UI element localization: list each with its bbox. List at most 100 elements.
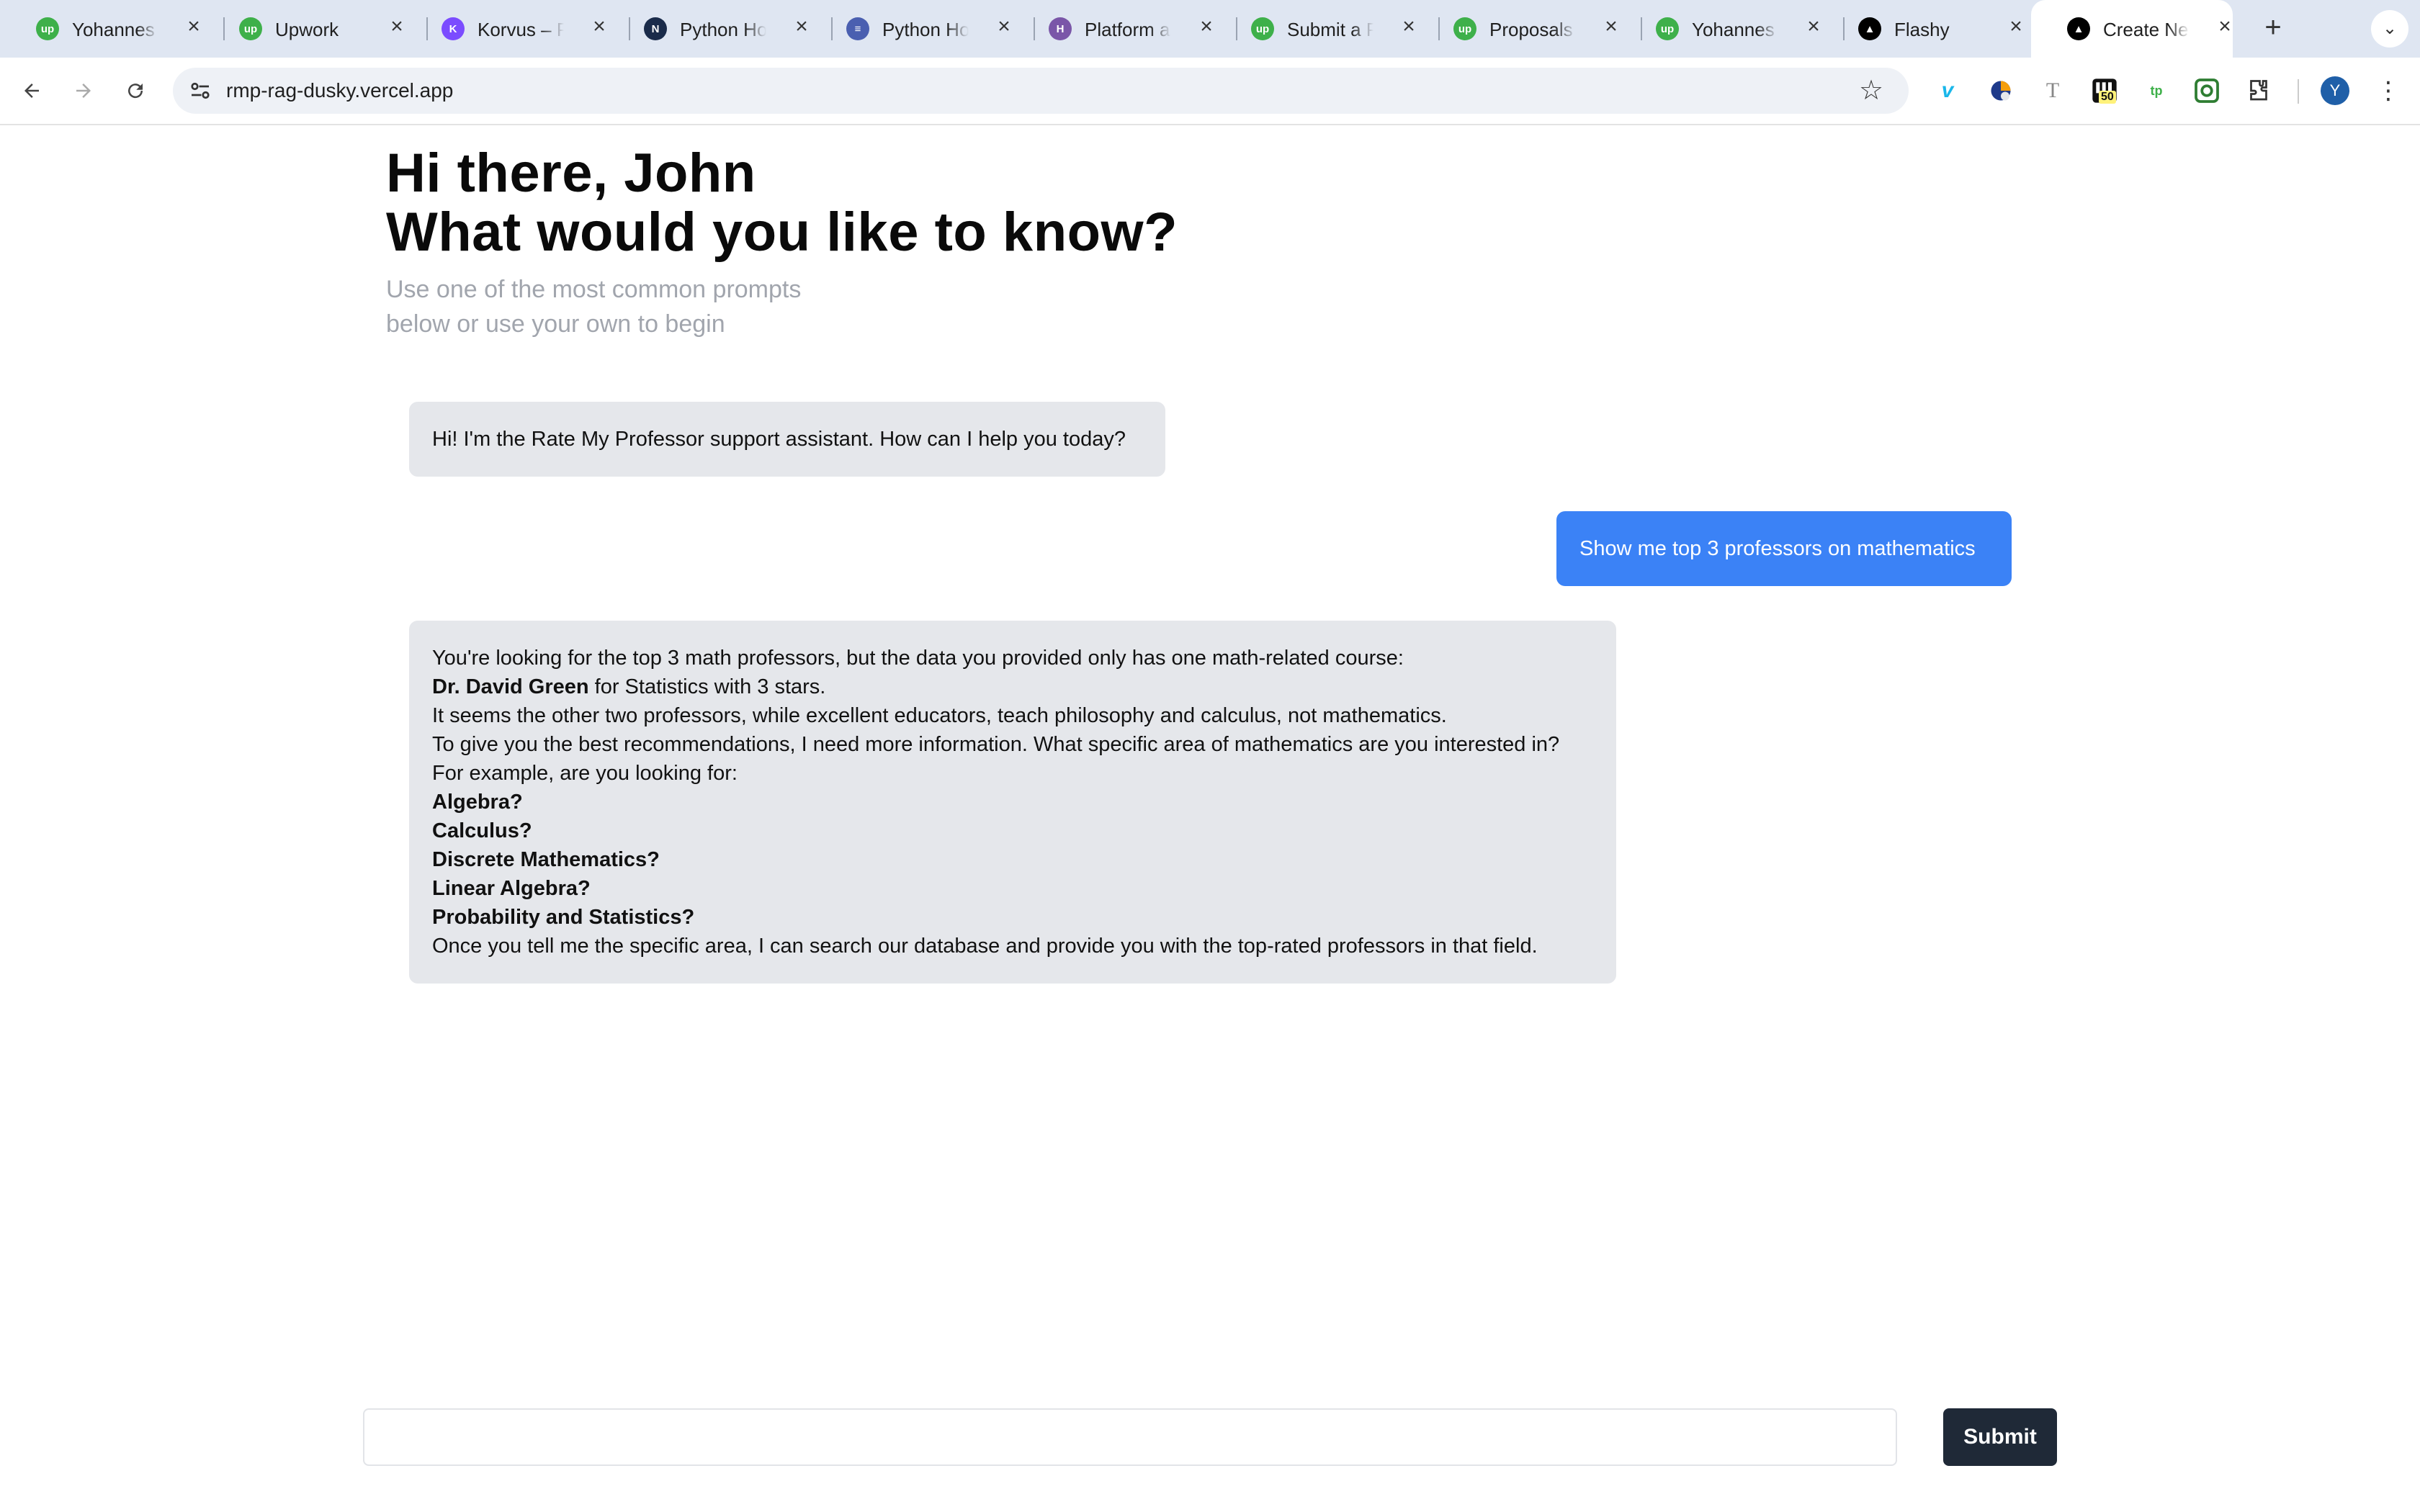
reply-line-rest: for Statistics with 3 stars. — [588, 675, 826, 698]
assistant-message: Hi! I'm the Rate My Professor support as… — [409, 402, 1165, 477]
upwork-icon: up — [1656, 17, 1679, 40]
reply-line: To give you the best recommendations, I … — [432, 733, 1560, 756]
tab-title: Create Next — [2103, 19, 2190, 40]
close-tab-icon[interactable]: × — [1803, 16, 1824, 37]
browser-tab[interactable]: H Platform as × — [1013, 0, 1237, 58]
tab-strip: up Yohannes K × up Upwork × K Korvus – Po × N Pyth… — [0, 0, 2420, 58]
new-tab-button[interactable]: + — [2259, 13, 2287, 42]
reply-option: Discrete Mathematics? — [432, 845, 1593, 874]
reply-option: Linear Algebra? — [432, 874, 1593, 903]
reply-option: Probability and Statistics? — [432, 903, 1593, 932]
site-settings-icon[interactable] — [187, 78, 213, 104]
close-tab-icon[interactable]: × — [2214, 16, 2236, 37]
forward-button[interactable] — [65, 72, 102, 109]
tab-title: Python Host — [882, 19, 969, 40]
browser-tab[interactable]: up Yohannes K × — [1620, 0, 1845, 58]
tab-title: Flashy — [1894, 19, 1950, 40]
close-tab-icon[interactable]: × — [386, 16, 408, 37]
upwork-icon: up — [1251, 17, 1274, 40]
reply-line: Dr. David Green for Statistics with 3 st… — [432, 672, 1593, 701]
reply-option: Calculus? — [432, 816, 1593, 845]
subtitle-line-2: below or use your own to begin — [386, 310, 725, 338]
tab-search-button[interactable]: ⌄ — [2371, 10, 2408, 48]
bookmark-star-icon[interactable]: ☆ — [1855, 75, 1887, 107]
submit-button[interactable]: Submit — [1943, 1408, 2057, 1466]
browser-tab[interactable]: up Yohannes K × — [0, 0, 225, 58]
option-algebra: Algebra? — [432, 791, 523, 814]
vimeo-extension-icon[interactable]: v — [1932, 75, 1963, 107]
close-tab-icon[interactable]: × — [993, 16, 1015, 37]
question-title: What would you like to know? — [386, 202, 1178, 263]
url-text[interactable]: rmp-rag-dusky.vercel.app — [226, 78, 453, 104]
reply-line: It seems the other two professors, while… — [432, 704, 1447, 727]
page-subtitle: Use one of the most common prompts below… — [386, 272, 801, 341]
camera-extension-icon[interactable] — [2191, 75, 2223, 107]
reply-line: You're looking for the top 3 math profes… — [432, 647, 1404, 670]
toolbar-divider — [2298, 79, 2299, 104]
reply-line: For example, are you looking for: — [432, 762, 738, 785]
user-message-text: Show me top 3 professors on mathematics — [1579, 537, 1976, 560]
browser-tab[interactable]: up Upwork × — [203, 0, 428, 58]
close-tab-icon[interactable]: × — [2005, 16, 2027, 37]
close-tab-icon[interactable]: × — [1196, 16, 1217, 37]
close-tab-icon[interactable]: × — [588, 16, 610, 37]
hosting-icon: N — [644, 17, 667, 40]
tab-title: Submit a Pr — [1287, 19, 1373, 40]
tab-title: Yohannes K — [72, 19, 158, 40]
reply-line: Once you tell me the specific area, I ca… — [432, 935, 1538, 958]
database-icon: ≡ — [846, 17, 869, 40]
korvus-icon: K — [442, 17, 465, 40]
tab-title: Proposals — [1489, 19, 1573, 40]
subtitle-line-1: Use one of the most common prompts — [386, 276, 802, 303]
close-tab-icon[interactable]: × — [791, 16, 812, 37]
browser-tab[interactable]: up Proposals × — [1417, 0, 1642, 58]
vercel-icon: ▲ — [1858, 17, 1881, 40]
browser-tab[interactable]: ▲ Create Next × — [2031, 0, 2233, 58]
close-tab-icon[interactable]: × — [1600, 16, 1622, 37]
upwork-icon: up — [239, 17, 262, 40]
browser-tab[interactable]: K Korvus – Po × — [405, 0, 630, 58]
calendar-extension-icon[interactable]: 50 — [2089, 75, 2120, 107]
tab-title: Upwork — [275, 19, 339, 40]
browser-toolbar: rmp-rag-dusky.vercel.app ☆ v T 50 tp Y ⋮ — [0, 58, 2420, 125]
browser-tab[interactable]: ≡ Python Host × — [810, 0, 1035, 58]
tab-title: Platform as — [1085, 19, 1171, 40]
address-bar[interactable]: rmp-rag-dusky.vercel.app ☆ — [173, 68, 1909, 114]
upwork-extension-icon[interactable]: tp — [2141, 75, 2172, 107]
professor-name: Dr. David Green — [432, 675, 589, 698]
close-tab-icon[interactable]: × — [183, 16, 205, 37]
page-heading: Hi there, John What would you like to kn… — [386, 144, 1178, 262]
profile-avatar[interactable]: Y — [2321, 76, 2349, 105]
browser-tab[interactable]: up Submit a Pr × — [1215, 0, 1440, 58]
browser-tab[interactable]: ▲ Flashy × — [1822, 0, 2024, 58]
upwork-icon: up — [36, 17, 59, 40]
arrow-right-icon — [76, 84, 91, 98]
vercel-icon: ▲ — [2067, 17, 2090, 40]
option-probability-statistics: Probability and Statistics? — [432, 906, 695, 929]
upwork-icon: up — [1453, 17, 1476, 40]
tab-title: Python Host — [680, 19, 766, 40]
browser-tab[interactable]: N Python Host × — [608, 0, 833, 58]
back-button[interactable] — [13, 72, 50, 109]
message-input[interactable] — [363, 1408, 1897, 1466]
option-discrete-math: Discrete Mathematics? — [432, 848, 660, 871]
option-calculus: Calculus? — [432, 819, 532, 842]
tab-title: Korvus – Po — [478, 19, 564, 40]
assistant-reply: You're looking for the top 3 math profes… — [409, 621, 1616, 984]
extension-badge: 50 — [2099, 91, 2116, 104]
tab-title: Yohannes K — [1692, 19, 1778, 40]
extension-icon[interactable] — [1985, 75, 2017, 107]
browser-menu-icon[interactable]: ⋮ — [2374, 75, 2403, 107]
arrow-left-icon — [24, 84, 39, 98]
user-message: Show me top 3 professors on mathematics — [1556, 511, 2012, 586]
heroku-icon: H — [1049, 17, 1072, 40]
assistant-message-text: Hi! I'm the Rate My Professor support as… — [432, 428, 1126, 451]
text-extension-icon[interactable]: T — [2037, 75, 2069, 107]
option-linear-algebra: Linear Algebra? — [432, 877, 591, 900]
reply-option: Algebra? — [432, 788, 1593, 816]
reload-icon — [128, 84, 143, 99]
greeting-title: Hi there, John — [386, 143, 756, 204]
close-tab-icon[interactable]: × — [1398, 16, 1420, 37]
reload-button[interactable] — [117, 72, 154, 109]
puzzle-extensions-icon[interactable] — [2243, 75, 2275, 107]
